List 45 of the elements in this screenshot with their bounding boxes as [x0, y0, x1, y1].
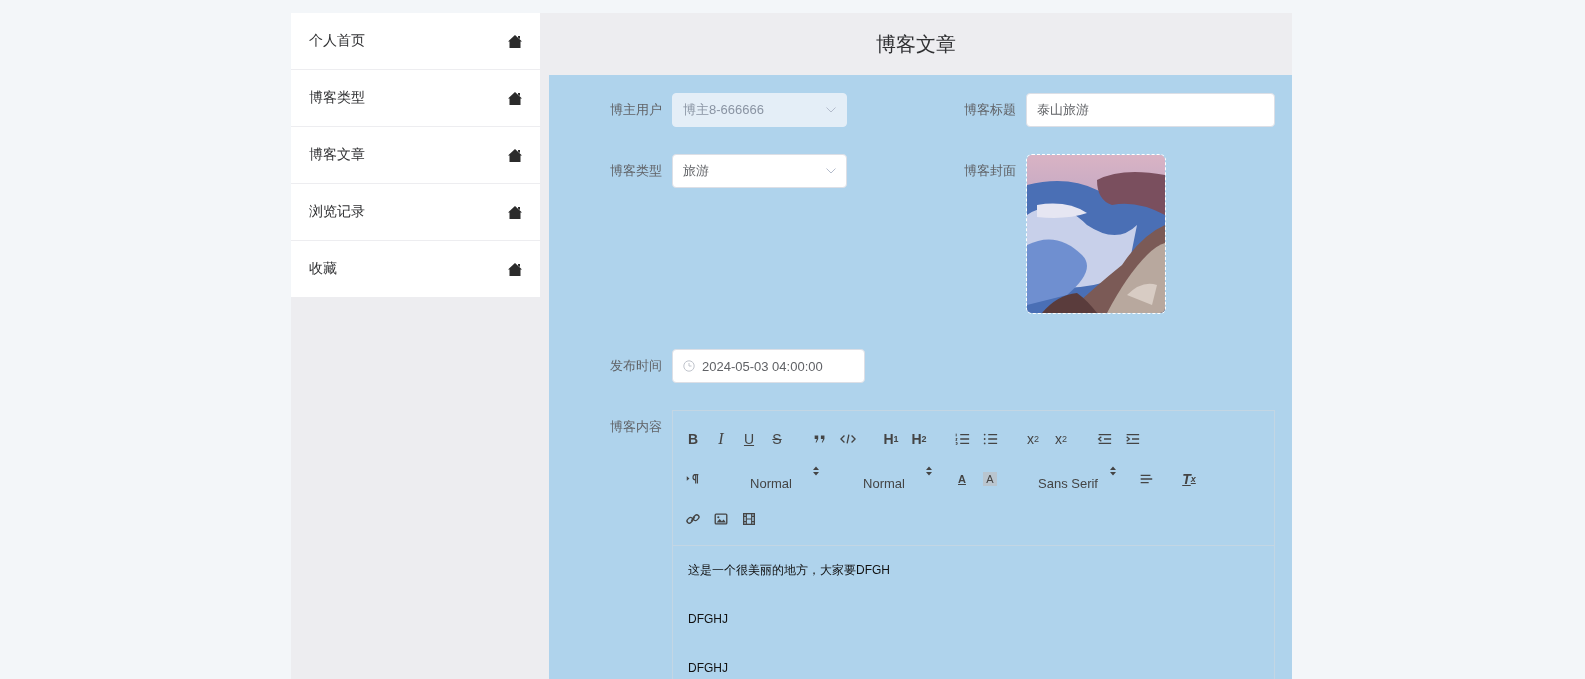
input-field[interactable]: 泰山旅游	[1026, 93, 1275, 127]
link-icon	[685, 511, 701, 527]
field-label: 博主用户	[609, 101, 663, 119]
sidebar-item[interactable]: 博客类型	[291, 70, 540, 127]
up-down-arrow-icon	[1109, 465, 1117, 477]
home-icon	[508, 34, 522, 48]
clock-icon	[683, 360, 695, 372]
sidebar-item[interactable]: 收藏	[291, 241, 540, 298]
sidebar-item[interactable]: 个人首页	[291, 13, 540, 70]
home-icon	[508, 205, 522, 219]
up-down-arrow-icon	[925, 465, 933, 477]
dropdown-picker[interactable]: Normal	[722, 463, 820, 495]
outdent-icon	[1096, 431, 1112, 447]
bold-button[interactable]: B	[679, 427, 707, 451]
home-icon	[508, 91, 522, 105]
field-label: 博客类型	[609, 162, 663, 180]
highlight-button[interactable]: A	[983, 472, 997, 486]
chevron-icon	[826, 107, 836, 113]
field-label: 发布时间	[609, 357, 663, 375]
underline-button[interactable]: U	[735, 427, 763, 451]
indent-icon	[1124, 431, 1140, 447]
chevron-icon	[826, 168, 836, 174]
editor-content[interactable]: 这是一个很美丽的地方，大家要DFGH DFGHJ DFGHJ	[673, 546, 1274, 679]
dropdown-picker[interactable]: Sans Serif	[1019, 463, 1117, 495]
numbered-list-icon	[954, 431, 970, 447]
select-field[interactable]: 旅游	[672, 154, 847, 188]
home-icon	[508, 262, 522, 276]
page-title: 博客文章	[875, 32, 957, 57]
field-label: 博客标题	[963, 101, 1017, 119]
code-icon	[840, 431, 856, 447]
strikethrough-button[interactable]: S	[763, 427, 791, 451]
image-icon	[713, 511, 729, 527]
sidebar-item[interactable]: 博客文章	[291, 127, 540, 184]
script-button[interactable]: x$^{2}$	[1047, 427, 1075, 451]
date-field[interactable]: 2024-05-03 04:00:00	[672, 349, 865, 383]
sidebar-item[interactable]: 浏览记录	[291, 184, 540, 241]
field-label: 博客内容	[609, 418, 663, 436]
home-icon	[508, 148, 522, 162]
film-icon	[741, 511, 757, 527]
up-down-arrow-icon	[812, 465, 820, 477]
dropdown-picker[interactable]: Normal	[835, 463, 933, 495]
bullet-list-icon	[982, 431, 998, 447]
italic-button[interactable]: I	[707, 427, 735, 451]
field-label: 博客封面	[963, 162, 1017, 180]
text-color-button[interactable]: A	[948, 467, 976, 491]
